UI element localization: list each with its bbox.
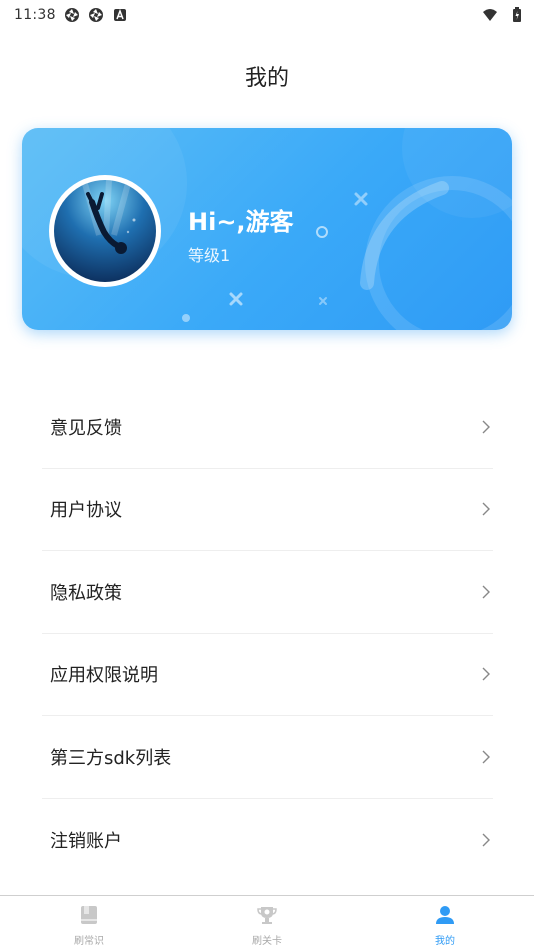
chevron-right-icon xyxy=(481,502,491,516)
tab-label: 我的 xyxy=(435,936,455,947)
profile-card[interactable]: Hi~,游客 等级1 xyxy=(22,128,512,330)
tab-label: 刷常识 xyxy=(74,936,104,947)
tab-knowledge[interactable]: 刷常识 xyxy=(0,896,178,950)
menu-item-user-agreement[interactable]: 用户协议 xyxy=(42,469,493,551)
menu-item-label: 第三方sdk列表 xyxy=(50,747,172,769)
diver-avatar xyxy=(54,180,156,282)
status-bar: 11:38 xyxy=(0,0,534,30)
settings-menu: 意见反馈 用户协议 隐私政策 应用权限说明 第三方sdk列表 注销账户 xyxy=(42,386,493,881)
bottom-nav: 刷常识 刷关卡 我的 xyxy=(0,895,534,950)
menu-item-privacy-policy[interactable]: 隐私政策 xyxy=(42,551,493,634)
page-title: 我的 xyxy=(244,66,289,91)
avatar[interactable] xyxy=(49,175,161,287)
menu-item-label: 意见反馈 xyxy=(50,417,122,439)
chevron-right-icon xyxy=(481,750,491,764)
book-icon xyxy=(78,904,100,926)
profile-level: 等级1 xyxy=(188,246,231,265)
menu-item-permissions[interactable]: 应用权限说明 xyxy=(42,634,493,716)
menu-item-feedback[interactable]: 意见反馈 xyxy=(42,386,493,469)
trophy-icon xyxy=(256,904,278,926)
menu-item-label: 注销账户 xyxy=(50,830,122,852)
profile-greeting: Hi~,游客 xyxy=(188,208,294,236)
status-right-group xyxy=(470,7,522,23)
menu-item-label: 隐私政策 xyxy=(50,582,122,604)
menu-item-third-party-sdk[interactable]: 第三方sdk列表 xyxy=(42,716,493,799)
user-icon xyxy=(434,904,456,926)
menu-item-label: 用户协议 xyxy=(50,500,122,522)
menu-item-label: 应用权限说明 xyxy=(50,665,158,687)
tab-label: 刷关卡 xyxy=(252,936,282,947)
battery-icon xyxy=(512,7,522,23)
menu-item-delete-account[interactable]: 注销账户 xyxy=(42,799,493,882)
notification-a-icon xyxy=(112,7,128,23)
aperture-icon xyxy=(88,7,104,23)
chevron-right-icon xyxy=(481,667,491,681)
status-time: 11:38 xyxy=(14,7,56,23)
tab-mine[interactable]: 我的 xyxy=(356,896,534,950)
chevron-right-icon xyxy=(481,420,491,434)
wifi-icon xyxy=(482,7,498,23)
chevron-right-icon xyxy=(481,585,491,599)
tab-levels[interactable]: 刷关卡 xyxy=(178,896,356,950)
aperture-icon xyxy=(64,7,80,23)
chevron-right-icon xyxy=(481,833,491,847)
